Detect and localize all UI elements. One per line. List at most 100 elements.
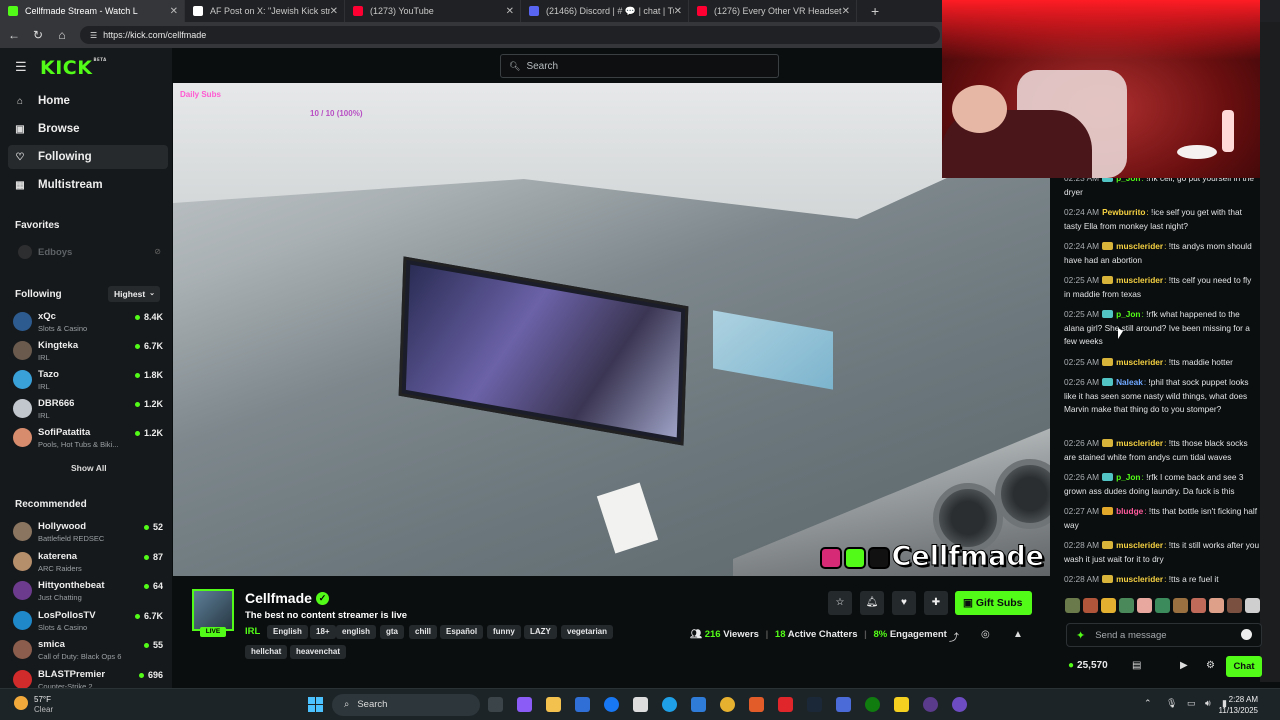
message-user[interactable]: musclerider: [1116, 540, 1163, 550]
copilot-icon[interactable]: [517, 697, 532, 712]
gear-icon[interactable]: ⚙: [1206, 660, 1215, 671]
channel-item[interactable]: Hittyonthebeat Just Chatting 64: [13, 578, 163, 604]
mic-icon[interactable]: 🎙︎: [1166, 698, 1177, 709]
back-icon[interactable]: ←: [2, 28, 26, 42]
emote[interactable]: [1119, 598, 1134, 613]
site-info-icon[interactable]: ☰: [90, 31, 97, 40]
channel-item[interactable]: SofiPatatita Pools, Hot Tubs & Biki... 1.2…: [13, 425, 163, 451]
share-icon[interactable]: ⤴: [949, 629, 959, 644]
channel-item[interactable]: Hollywood Battlefield REDSEC 52: [13, 519, 163, 545]
taskbar-clock[interactable]: 2:28 AM 11/13/2025: [1219, 694, 1258, 716]
emote[interactable]: [1065, 598, 1080, 613]
chrome-icon[interactable]: [720, 697, 735, 712]
windows-start-icon[interactable]: [308, 697, 323, 712]
channel-item[interactable]: smica Call of Duty: Black Ops 6 55: [13, 637, 163, 663]
message-user[interactable]: musclerider: [1116, 357, 1163, 367]
steam-icon[interactable]: [807, 697, 822, 712]
channel-item[interactable]: DBR666 IRL 1.2K: [13, 396, 163, 422]
message-user[interactable]: musclerider: [1116, 275, 1163, 285]
chat-send-button[interactable]: Chat: [1226, 656, 1262, 677]
notes-icon[interactable]: [894, 697, 909, 712]
browser-tab[interactable]: Cellfmade Stream - Watch L ✕: [0, 0, 185, 22]
app-icon[interactable]: [836, 697, 851, 712]
xbox-icon[interactable]: [865, 697, 880, 712]
nav-home[interactable]: ⌂ Home: [8, 89, 168, 113]
taskbar-search[interactable]: ⌕ Search: [332, 694, 480, 716]
emoji-icon[interactable]: [1241, 629, 1252, 640]
channel-item[interactable]: xQc Slots & Casino 8.4K: [13, 309, 163, 335]
heart-icon[interactable]: ♥: [892, 591, 916, 615]
discord-icon[interactable]: [923, 697, 938, 712]
message-user[interactable]: musclerider: [1116, 438, 1163, 448]
report-icon[interactable]: ▲: [1013, 629, 1023, 640]
channel-avatar[interactable]: [192, 589, 234, 631]
emote[interactable]: [1173, 598, 1188, 613]
nav-multistream[interactable]: ▦ Multistream: [8, 173, 168, 197]
tag-chip[interactable]: funny: [487, 625, 521, 639]
channel-points[interactable]: ● 25,570: [1068, 660, 1108, 671]
emote[interactable]: [1155, 598, 1170, 613]
close-tab-icon[interactable]: ✕: [842, 6, 850, 17]
pin-icon[interactable]: ✚: [924, 591, 948, 615]
message-user[interactable]: Naleak: [1116, 377, 1143, 387]
channel-item[interactable]: Kingteka IRL 6.7K: [13, 338, 163, 364]
channel-item[interactable]: Tazo IRL 1.8K: [13, 367, 163, 393]
channel-item[interactable]: katerena ARC Raiders 87: [13, 549, 163, 575]
message-user[interactable]: p_Jon: [1116, 472, 1140, 482]
home-icon[interactable]: ⌂: [50, 28, 74, 42]
message-user[interactable]: musclerider: [1116, 574, 1163, 584]
gift-subs-button[interactable]: ▣ Gift Subs: [955, 591, 1032, 615]
stream-category[interactable]: IRL: [245, 626, 260, 637]
kick-logo[interactable]: KICKBETA: [40, 57, 107, 79]
store-icon[interactable]: ▤: [1132, 660, 1141, 671]
message-user[interactable]: p_Jon: [1116, 309, 1140, 319]
amazon-icon[interactable]: [633, 697, 648, 712]
hide-icon[interactable]: ◎: [981, 629, 990, 640]
sort-dropdown[interactable]: Highest ⌄: [108, 286, 160, 302]
tag-chip[interactable]: vegetarian: [561, 625, 614, 639]
tag-chip[interactable]: LAZY: [524, 625, 557, 639]
volume-icon[interactable]: 🔊︎: [1205, 698, 1211, 709]
emote[interactable]: [1083, 598, 1098, 613]
tag-chip[interactable]: Español: [440, 625, 484, 639]
tray-chevron-icon[interactable]: ⌃: [1144, 698, 1152, 709]
close-tab-icon[interactable]: ✕: [170, 6, 178, 17]
favorite-item[interactable]: Edboys ⊘: [13, 241, 163, 267]
emote[interactable]: [1245, 598, 1260, 613]
tag-chip[interactable]: English: [267, 625, 308, 639]
star-icon[interactable]: ☆: [828, 591, 852, 615]
emote[interactable]: [1137, 598, 1152, 613]
close-tab-icon[interactable]: ✕: [674, 6, 682, 17]
tag-chip[interactable]: 18+: [310, 625, 336, 639]
edge-icon[interactable]: [662, 697, 677, 712]
search-input[interactable]: 🔍︎ Search: [500, 54, 779, 78]
emote[interactable]: [1191, 598, 1206, 613]
emote[interactable]: [1227, 598, 1242, 613]
vlc-icon[interactable]: [749, 697, 764, 712]
url-field[interactable]: ☰ https://kick.com/cellfmade: [80, 26, 940, 44]
facebook-icon[interactable]: [604, 697, 619, 712]
message-user[interactable]: Pewburrito: [1102, 207, 1145, 217]
nav-browse[interactable]: ▣ Browse: [8, 117, 168, 141]
message-user[interactable]: bludge: [1116, 506, 1143, 516]
channel-name[interactable]: Cellfmade: [245, 590, 312, 606]
browser-tab[interactable]: AF Post on X: "Jewish Kick stream✕: [185, 0, 345, 22]
show-all-link[interactable]: Show All: [71, 463, 107, 473]
tag-chip[interactable]: chill: [409, 625, 438, 639]
emote[interactable]: [1209, 598, 1224, 613]
calculator-icon[interactable]: [691, 697, 706, 712]
tag-chip[interactable]: gta: [380, 625, 404, 639]
menu-icon[interactable]: ☰: [15, 59, 27, 75]
obs-icon[interactable]: [952, 697, 967, 712]
new-tab-button[interactable]: +: [871, 3, 879, 19]
browser-tab[interactable]: (21466) Discord | # 💬 | chat | Turi ✕: [521, 0, 689, 22]
channel-item[interactable]: LosPollosTV Slots & Casino 6.7K: [13, 608, 163, 634]
close-tab-icon[interactable]: ✕: [506, 6, 514, 17]
tag-chip[interactable]: english: [336, 625, 377, 639]
message-user[interactable]: p_Jon: [1116, 178, 1140, 183]
task-view-icon[interactable]: [488, 697, 503, 712]
bookmark-icon[interactable]: ▶: [1180, 660, 1188, 671]
video-player[interactable]: Daily Subs 10 / 10 (100%) Cellfmade: [173, 83, 1050, 576]
emote[interactable]: [1101, 598, 1116, 613]
browser-tab[interactable]: (1276) Every Other VR Headset is ✕: [689, 0, 857, 22]
